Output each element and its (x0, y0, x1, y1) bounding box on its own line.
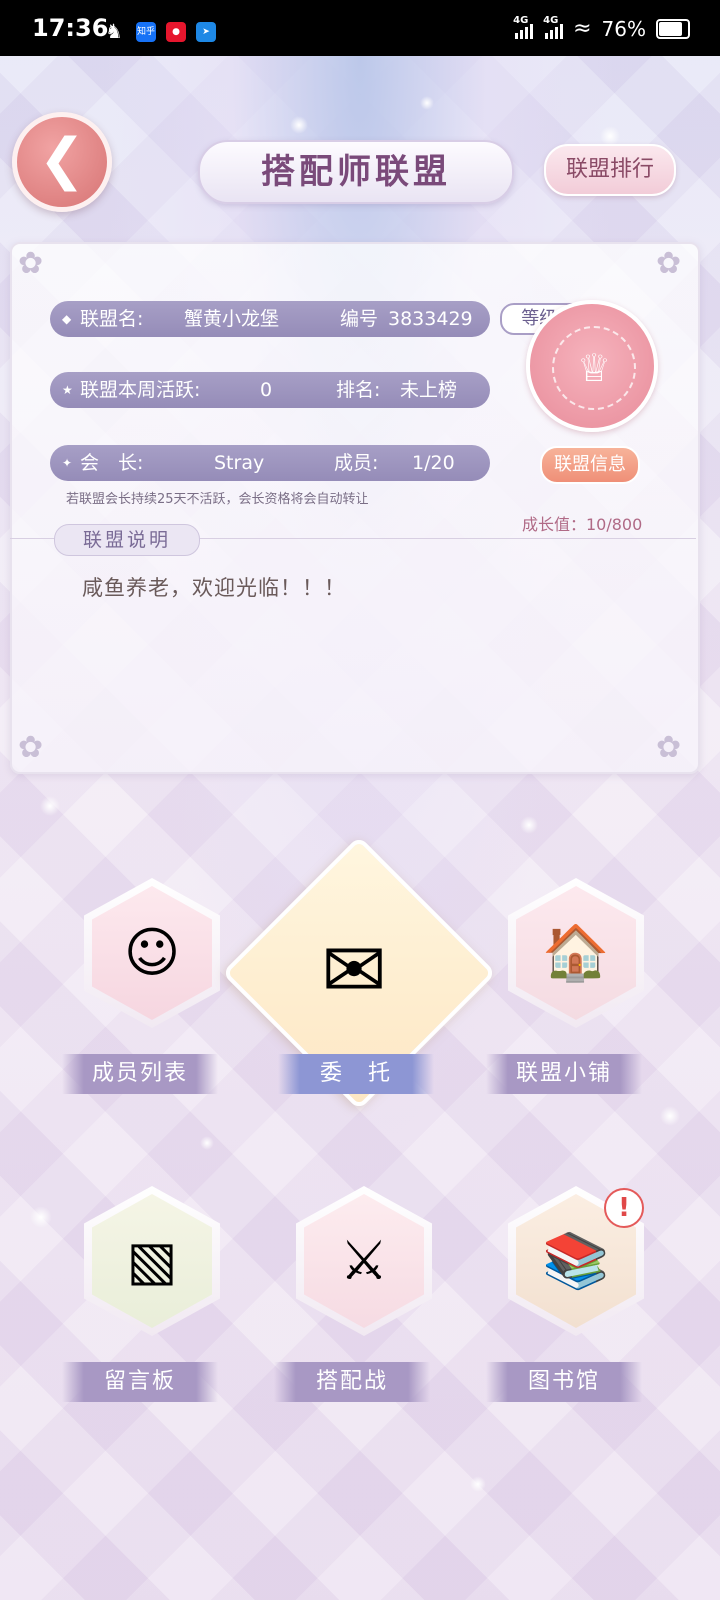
status-bar: 17:36 ♞ 知乎 ● ➤ 4G 4G ≈ 76% (0, 0, 720, 56)
alliance-name: 蟹黄小龙堡 (184, 308, 280, 330)
qq-icon: ♞ (105, 19, 123, 43)
message-board-label: 留言板 (62, 1362, 218, 1402)
alliance-ranking-button[interactable]: 联盟排行 (544, 144, 676, 196)
zhihu-icon: 知乎 (136, 22, 156, 42)
alliance-shop-label: 联盟小铺 (486, 1054, 642, 1094)
leader-transfer-notice: 若联盟会长持续25天不活跃，会长资格将会自动转让 (66, 492, 369, 507)
battery-icon (656, 18, 690, 39)
status-indicators: 4G 4G ≈ 76% (513, 15, 690, 41)
alliance-info-button[interactable]: 联盟信息 (540, 446, 640, 484)
library-label: 图书馆 (486, 1362, 642, 1402)
styling-battle-button[interactable]: ⚔ 搭配战 (274, 1186, 454, 1416)
status-time: 17:36 (32, 14, 109, 42)
sparkle-icon: ✦ (62, 456, 73, 470)
alliance-emblem: ♕ (526, 300, 658, 432)
member-count: 1/20 (412, 452, 455, 474)
back-button[interactable]: ❮ (12, 112, 112, 212)
member-list-label: 成员列表 (62, 1054, 218, 1094)
arrow-left-icon: ❮ (38, 127, 86, 192)
rank-value: 未上榜 (400, 379, 458, 401)
signal-icon: 4G (513, 15, 534, 39)
battery-percent: 76% (601, 16, 646, 41)
rose-corner-icon: ✿ (18, 246, 44, 281)
member-list-button[interactable]: ☺ 成员列表 (62, 878, 242, 1108)
crown-emblem-icon: ♕ (552, 326, 636, 410)
commission-label[interactable]: 委 托 (278, 1054, 434, 1094)
star-icon: ★ (62, 383, 73, 397)
alliance-shop-button[interactable]: 🏠 联盟小铺 (486, 878, 666, 1108)
signal-icon: 4G (543, 15, 564, 39)
alert-icon: ! (604, 1188, 644, 1228)
alliance-id: 3833429 (388, 308, 473, 330)
styling-battle-label: 搭配战 (274, 1362, 430, 1402)
alliance-name-row: ◆ 联盟名: 蟹黄小龙堡 编号 3833429 (50, 301, 490, 337)
wifi-icon: ≈ (573, 16, 592, 41)
weekly-activity-row: ★ 联盟本周活跃: 0 排名: 未上榜 (50, 372, 490, 408)
app-icon: ➤ (196, 22, 216, 42)
rose-corner-icon: ✿ (656, 246, 682, 281)
leader-row: ✦ 会 长: Stray 成员: 1/20 (50, 445, 490, 481)
rose-corner-icon: ✿ (18, 730, 44, 765)
page-title: 搭配师联盟 (198, 140, 514, 204)
message-board-button[interactable]: ▧ 留言板 (62, 1186, 242, 1416)
commission-label-wrap: 委 托 (266, 878, 446, 1094)
shield-icon: ◆ (62, 312, 72, 326)
weekly-activity-value: 0 (260, 379, 273, 401)
growth-value: 成长值：10/800 (522, 515, 643, 534)
rose-corner-icon: ✿ (656, 730, 682, 765)
description-title: 联盟说明 (54, 524, 200, 556)
leader-name: Stray (214, 452, 265, 474)
description-text: 咸鱼养老，欢迎光临！！！ (82, 576, 346, 600)
weibo-icon: ● (166, 22, 186, 42)
